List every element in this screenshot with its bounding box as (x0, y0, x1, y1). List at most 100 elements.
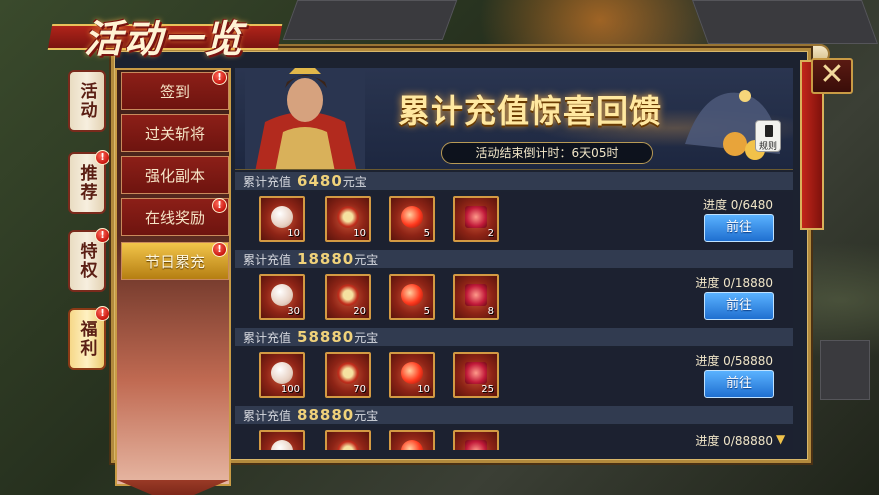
tier-unit: 元宝 (354, 331, 379, 345)
tier-unit: 元宝 (342, 175, 367, 189)
badge-dot: ! (95, 306, 110, 321)
side-tab-label: 特权 (76, 242, 97, 280)
rules-button[interactable]: 规则 (755, 120, 781, 152)
red-orb-icon (401, 206, 423, 228)
badge-dot: ! (95, 228, 110, 243)
scroll-down-icon[interactable]: ▼ (776, 432, 785, 446)
reward-item-orb[interactable]: 5 (389, 196, 435, 242)
rules-label: 规则 (758, 142, 777, 152)
side-tab-activity[interactable]: 活动 (68, 70, 106, 132)
event-countdown: 活动结束倒计时：6天05时 (441, 142, 653, 164)
reward-item-crystal[interactable]: 8 (453, 274, 499, 320)
badge-dot: ! (212, 242, 227, 257)
reward-item-orb[interactable]: 10 (389, 352, 435, 398)
item-quantity: 100 (280, 384, 300, 395)
side-tab-label: 活动 (76, 82, 97, 120)
close-button[interactable]: ✕ (811, 58, 853, 94)
item-quantity: 8 (487, 306, 494, 317)
red-crystal-icon (465, 284, 487, 306)
red-orb-icon (401, 284, 423, 306)
tier-prefix: 累计充值 (243, 175, 292, 189)
tier-progress: 进度 0/6480 (702, 198, 773, 212)
reward-item-pearl[interactable]: 100 (259, 352, 305, 398)
item-quantity: 5 (423, 228, 430, 239)
red-orb-icon (401, 440, 423, 450)
go-button[interactable]: 前往 (704, 214, 774, 242)
tier-header: 累计充值 88880元宝 (235, 406, 793, 424)
reward-item-pearl[interactable] (259, 430, 305, 450)
item-quantity: 20 (353, 306, 366, 317)
building-roof (282, 0, 458, 40)
reward-tier: 累计充值 88880元宝 进度 0/88880 (235, 406, 793, 450)
reward-tier: 累计充值 18880元宝 30 20 5 8 进度 0/18880 前往 (235, 250, 793, 328)
tier-progress: 进度 0/58880 (695, 354, 773, 368)
tier-header: 累计充值 6480元宝 (235, 172, 793, 190)
reward-item-pearl[interactable]: 10 (259, 196, 305, 242)
event-banner: 累计充值惊喜回馈 活动结束倒计时：6天05时 规则 (235, 68, 793, 170)
feast-bowl-icon (337, 440, 359, 450)
badge-dot: ! (212, 70, 227, 85)
tier-prefix: 累计充值 (243, 409, 292, 423)
banner-title: 累计充值惊喜回馈 (397, 92, 662, 130)
reward-item-pearl[interactable]: 30 (259, 274, 305, 320)
pearl-icon (271, 440, 293, 450)
reward-item-crystal[interactable]: 2 (453, 196, 499, 242)
tier-body: 100 70 10 25 进度 0/58880 前往 (235, 348, 793, 406)
tier-prefix: 累计充值 (243, 331, 292, 345)
reward-item-orb[interactable] (389, 430, 435, 450)
menu-item-label: 在线奖励 (144, 208, 205, 227)
item-quantity: 5 (423, 306, 430, 317)
tier-body: 10 10 5 2 进度 0/6480 前往 (235, 192, 793, 250)
feast-bowl-icon (337, 362, 359, 384)
reward-item-feast[interactable]: 70 (325, 352, 371, 398)
item-quantity: 10 (287, 228, 300, 239)
window-title-banner: 活动一览 (40, 6, 283, 64)
menu-item-stage-challenge[interactable]: 过关斩将 (121, 114, 229, 152)
tier-amount: 6480 (297, 172, 343, 190)
reward-item-crystal[interactable] (453, 430, 499, 450)
red-orb-icon (401, 362, 423, 384)
item-quantity: 30 (287, 306, 300, 317)
tier-progress: 进度 0/88880 (695, 434, 773, 448)
tier-body: 30 20 5 8 进度 0/18880 前往 (235, 270, 793, 328)
tier-amount: 18880 (297, 250, 355, 268)
pearl-icon (271, 206, 293, 228)
close-icon: ✕ (819, 57, 845, 92)
item-quantity: 2 (487, 228, 494, 239)
menu-item-label: 强化副本 (144, 166, 205, 185)
window-title: 活动一览 (84, 16, 245, 61)
tier-unit: 元宝 (354, 253, 379, 267)
go-button[interactable]: 前往 (704, 370, 774, 398)
building-roof (820, 340, 870, 400)
red-crystal-icon (465, 362, 487, 384)
badge-dot: ! (212, 198, 227, 213)
go-button[interactable]: 前往 (704, 292, 774, 320)
menu-item-label: 节日累充 (144, 252, 205, 271)
tier-header: 累计充值 58880元宝 (235, 328, 793, 346)
reward-item-feast[interactable] (325, 430, 371, 450)
red-crystal-icon (465, 206, 487, 228)
tier-body: 进度 0/88880 (235, 426, 793, 450)
menu-item-enhance-dungeon[interactable]: 强化副本 (121, 156, 229, 194)
reward-tier: 累计充值 6480元宝 10 10 5 2 进度 0/6480 前往 (235, 172, 793, 250)
reward-item-feast[interactable]: 10 (325, 196, 371, 242)
tier-unit: 元宝 (354, 409, 379, 423)
reward-tier: 累计充值 58880元宝 100 70 10 25 进度 0/58880 前往 (235, 328, 793, 406)
red-crystal-icon (465, 440, 487, 450)
menu-item-label: 过关斩将 (144, 124, 205, 143)
item-quantity: 10 (353, 228, 366, 239)
hero-portrait-image (245, 68, 365, 169)
feast-bowl-icon (337, 284, 359, 306)
rules-icon (765, 125, 773, 137)
tier-prefix: 累计充值 (243, 253, 292, 267)
tier-header: 累计充值 18880元宝 (235, 250, 793, 268)
pearl-icon (271, 362, 293, 384)
menu-item-label: 签到 (159, 82, 190, 101)
reward-item-feast[interactable]: 20 (325, 274, 371, 320)
item-quantity: 10 (417, 384, 430, 395)
reward-item-crystal[interactable]: 25 (453, 352, 499, 398)
building-roof (691, 0, 879, 44)
feast-bowl-icon (337, 206, 359, 228)
reward-item-orb[interactable]: 5 (389, 274, 435, 320)
tier-progress: 进度 0/18880 (695, 276, 773, 290)
